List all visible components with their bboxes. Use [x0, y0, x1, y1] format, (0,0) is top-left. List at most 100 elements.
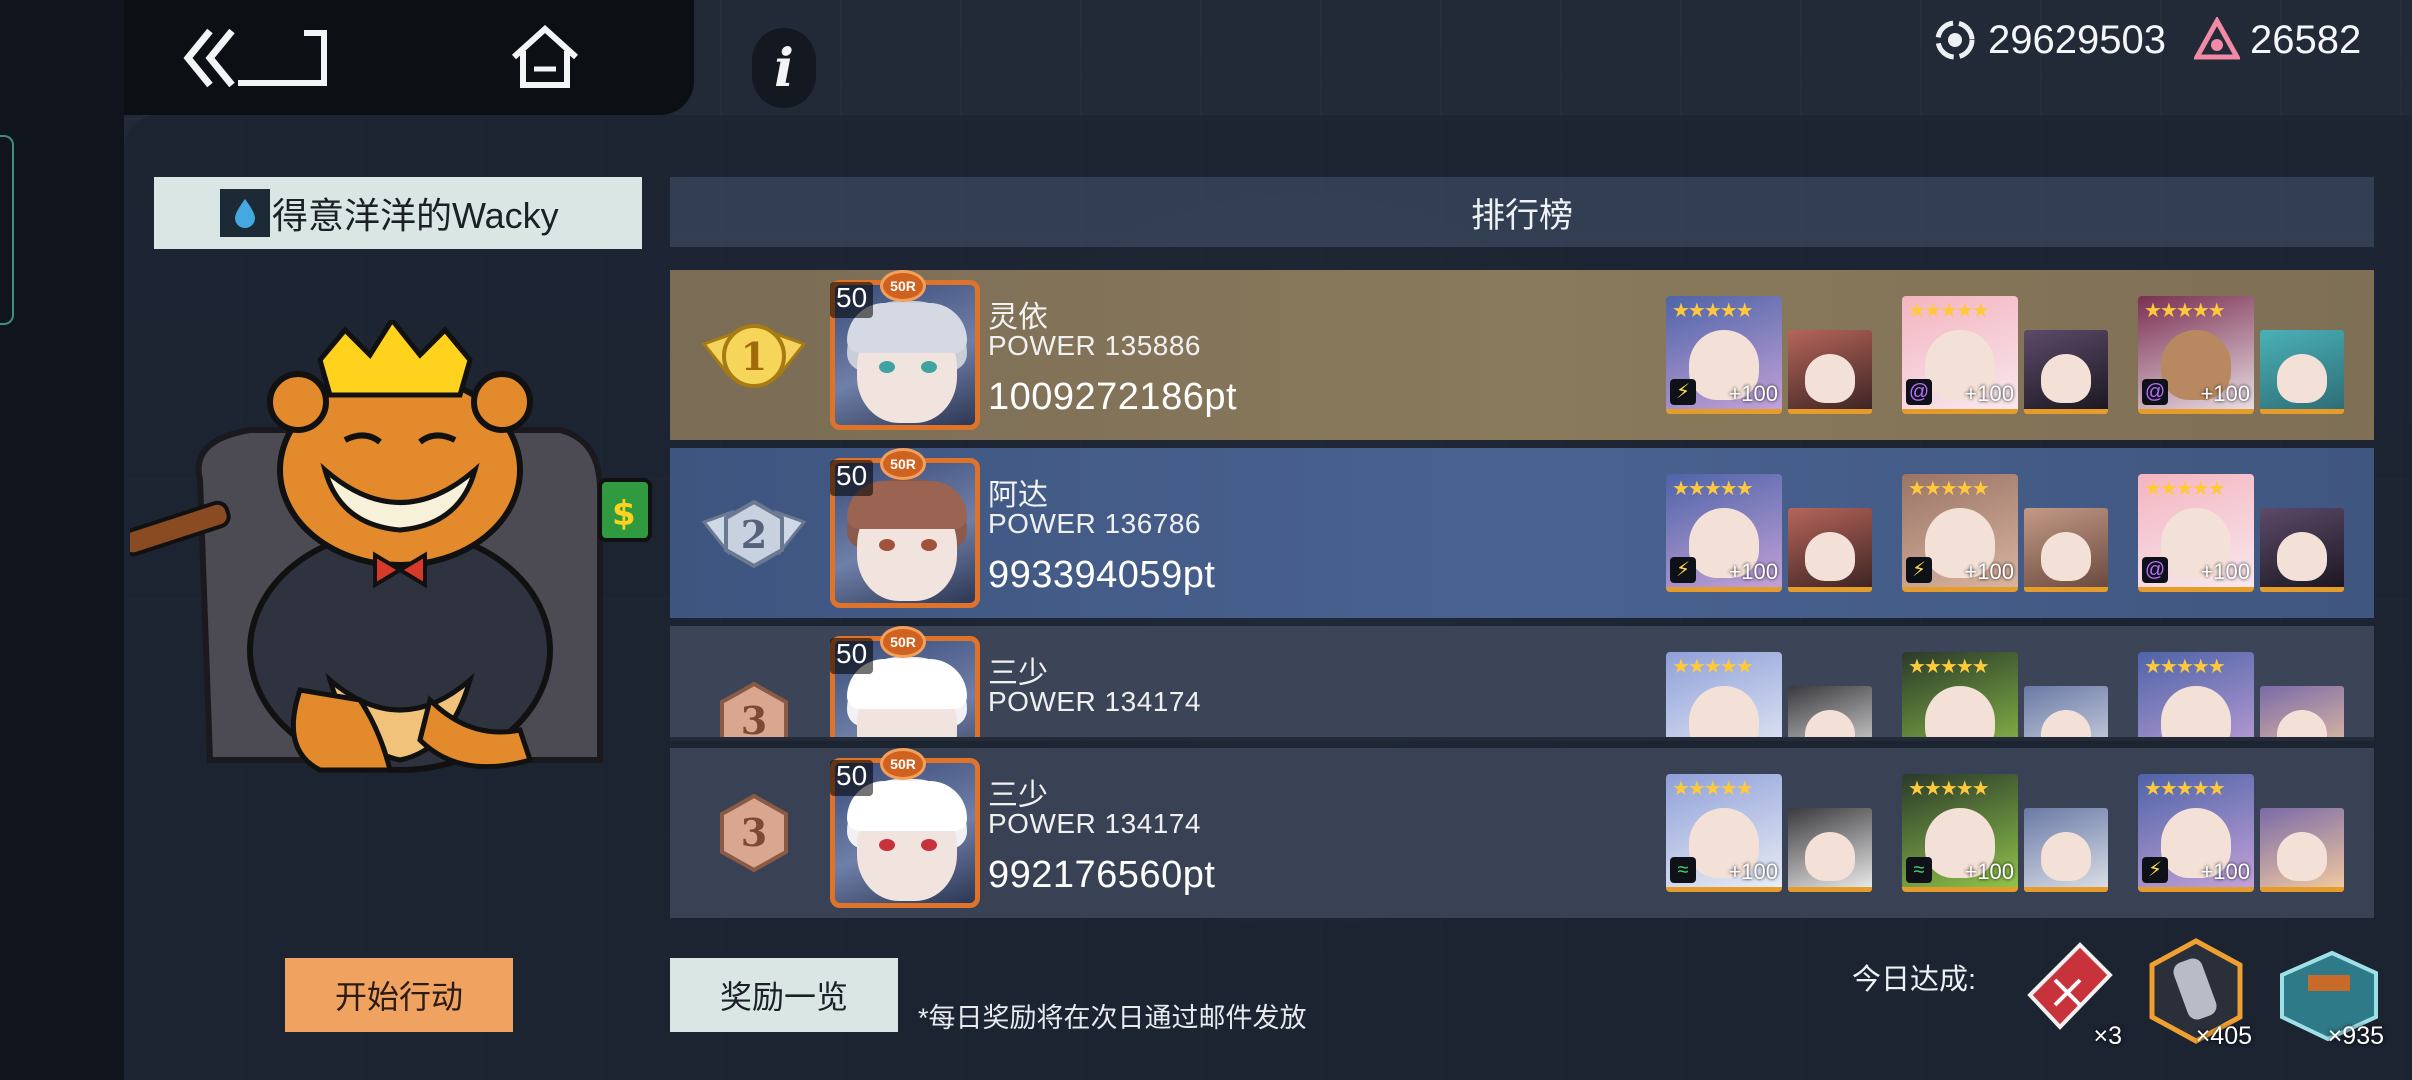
leaderboard-title: 排行榜: [1471, 196, 1573, 235]
squad-slot[interactable]: ★★★★★ @ +100: [1902, 294, 2108, 414]
electric-element-icon: ⚡: [1906, 557, 1932, 583]
squad-slot[interactable]: ★★★★★ ≈ +100: [1666, 772, 1872, 892]
support-unit-portrait: [2024, 330, 2108, 414]
player-level: 50: [830, 638, 874, 674]
svg-text:1: 1: [741, 334, 767, 379]
bronze-medal-icon: 3: [720, 681, 788, 741]
player-level: 50: [830, 460, 874, 496]
currency-credits: 29629503: [1932, 10, 2166, 70]
reward-count: ×935: [2327, 1022, 2384, 1050]
rank-emblem: 50R: [880, 448, 926, 480]
support-unit-portrait: [2024, 808, 2108, 892]
info-button[interactable]: i: [752, 28, 816, 108]
main-unit-portrait: ★★★★★ @ +100: [1902, 296, 2018, 414]
player-score: 993394059pt: [988, 554, 1216, 596]
main-unit-portrait: ★★★★★ @ +100: [2138, 296, 2254, 414]
leaderboard-row[interactable]: 3 50R 50 三少 POWER 134174 992176560pt ★★★…: [670, 748, 2374, 918]
gems-value: 26582: [2250, 17, 2362, 62]
electric-element-icon: ⚡: [2142, 857, 2168, 883]
element-badge: [220, 189, 270, 237]
spiral-element-icon: @: [2142, 557, 2168, 583]
main-unit-portrait: ★★★★★ ⚡ +100: [2138, 774, 2254, 892]
main-unit-portrait: ★★★★★: [1666, 652, 1782, 737]
squad-slot[interactable]: ★★★★★: [2138, 650, 2344, 737]
squad-slot[interactable]: ★★★★★ ⚡ +100: [1666, 472, 1872, 592]
rewards-list-button[interactable]: 奖励一览: [670, 958, 898, 1032]
main-unit-portrait: ★★★★★ @ +100: [2138, 474, 2254, 592]
electric-element-icon: ⚡: [1670, 379, 1696, 405]
svg-text:3: 3: [741, 810, 767, 855]
left-edge-strip: [0, 0, 124, 1080]
back-button[interactable]: [180, 18, 330, 98]
support-unit-portrait: [2260, 686, 2344, 737]
main-unit-portrait: ★★★★★ ⚡ +100: [1666, 474, 1782, 592]
side-drawer-handle[interactable]: [0, 135, 14, 325]
player-score: 1009272186pt: [988, 376, 1238, 418]
spiral-element-icon: @: [1906, 379, 1932, 405]
squad-slot[interactable]: ★★★★★: [1902, 650, 2108, 737]
today-achieved-label: 今日达成:: [1852, 964, 1977, 996]
main-unit-portrait: ★★★★★ ≈ +100: [1666, 774, 1782, 892]
support-unit-portrait: [1788, 686, 1872, 737]
main-unit-portrait: ★★★★★ ≈ +100: [1902, 774, 2018, 892]
player-power: POWER 136786: [988, 508, 1201, 539]
leaderboard-row[interactable]: 3 50R 50 三少 POWER 134174 ★★★★★ ★★★★★ ★★★…: [670, 626, 2374, 741]
gold-medal-icon: 1: [701, 324, 807, 388]
rank-emblem: 50R: [880, 748, 926, 780]
credits-value: 29629503: [1988, 17, 2166, 62]
squad-slot[interactable]: ★★★★★ ⚡ +100: [1902, 472, 2108, 592]
support-unit-portrait: [1788, 330, 1872, 414]
leaderboard-row[interactable]: 2 50R 50 阿达 POWER 136786 993394059pt ★★★…: [670, 448, 2374, 618]
squad-slot[interactable]: ★★★★★: [1666, 650, 1872, 737]
player-power: POWER 135886: [988, 330, 1201, 361]
credits-icon: [1935, 20, 1975, 60]
rank-emblem: 50R: [880, 626, 926, 658]
squad-slot[interactable]: ★★★★★ ≈ +100: [1902, 772, 2108, 892]
rank-emblem: 50R: [880, 270, 926, 302]
wind-element-icon: ≈: [1670, 857, 1696, 883]
gem-triangle-icon: [2194, 17, 2240, 60]
main-unit-portrait: ★★★★★ ⚡ +100: [1666, 296, 1782, 414]
spiral-element-icon: @: [2142, 379, 2168, 405]
home-button[interactable]: [505, 18, 585, 98]
support-unit-portrait: [1788, 508, 1872, 592]
support-unit-portrait: [2260, 508, 2344, 592]
player-name: 得意洋洋的Wacky: [272, 195, 559, 236]
electric-element-icon: ⚡: [1670, 557, 1696, 583]
reward-mail-note: *每日奖励将在次日通过邮件发放: [918, 1003, 1307, 1033]
hamster-boss-mascot: $: [130, 320, 652, 773]
double-chevron-back-icon: [183, 28, 327, 88]
squad-slot[interactable]: ★★★★★ @ +100: [2138, 472, 2344, 592]
reward-crate-item[interactable]: ×935: [2272, 935, 2384, 1050]
support-unit-portrait: [2260, 808, 2344, 892]
svg-text:2: 2: [741, 512, 767, 557]
squad-slot[interactable]: ★★★★★ @ +100: [2138, 294, 2344, 414]
reward-count: ×3: [2093, 1022, 2122, 1050]
main-unit-portrait: ★★★★★: [2138, 652, 2254, 737]
start-action-button[interactable]: 开始行动: [285, 958, 513, 1032]
squad-slot[interactable]: ★★★★★ ⚡ +100: [1666, 294, 1872, 414]
home-icon: [511, 25, 579, 88]
reward-module-item[interactable]: ×405: [2140, 935, 2252, 1050]
main-unit-portrait: ★★★★★ ⚡ +100: [1902, 474, 2018, 592]
player-power: POWER 134174: [988, 686, 1201, 717]
support-unit-portrait: [2260, 330, 2344, 414]
water-drop-icon: [235, 199, 255, 228]
reward-count: ×405: [2195, 1022, 2252, 1050]
svg-text:3: 3: [741, 698, 767, 741]
reward-ticket-item[interactable]: ×3: [2010, 935, 2122, 1050]
bronze-medal-icon: 3: [720, 793, 788, 873]
leaderboard-row[interactable]: 1 50R 50 灵依 POWER 135886 1009272186pt ★★…: [670, 270, 2374, 440]
support-unit-portrait: [2024, 508, 2108, 592]
squad-slot[interactable]: ★★★★★ ⚡ +100: [2138, 772, 2344, 892]
player-name-tag: 得意洋洋的Wacky: [154, 177, 642, 249]
main-unit-portrait: ★★★★★: [1902, 652, 2018, 737]
info-icon: i: [774, 37, 794, 99]
support-unit-portrait: [2024, 686, 2108, 737]
support-unit-portrait: [1788, 808, 1872, 892]
player-level: 50: [830, 282, 874, 318]
silver-medal-icon: 2: [701, 499, 807, 569]
player-power: POWER 134174: [988, 808, 1201, 839]
currency-gems: 26582: [2194, 10, 2361, 70]
svg-text:$: $: [612, 494, 636, 534]
